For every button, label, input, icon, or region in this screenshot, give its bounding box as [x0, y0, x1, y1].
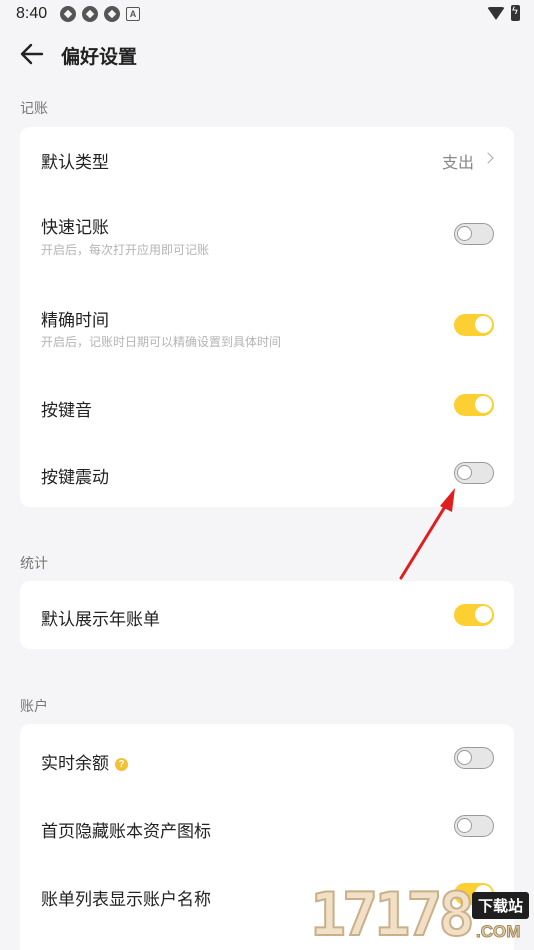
section-label-accounts: 账户	[20, 698, 48, 714]
a-notification-icon: A	[126, 7, 140, 21]
row-title: 按键震动	[41, 468, 109, 487]
toggle-hide-asset-icon[interactable]	[454, 815, 494, 837]
system-icons	[487, 5, 520, 21]
row-real-time-balance: 实时余额?	[20, 724, 514, 792]
row-quick-bookkeeping: 快速记账 开启后，每次打开应用即可记账	[20, 189, 514, 279]
row-default-type[interactable]: 默认类型 支出	[20, 127, 514, 189]
row-title: 首页隐藏账本资产图标	[41, 822, 211, 841]
row-default-annual-bill: 默认展示年账单	[20, 581, 514, 649]
row-title: 精确时间	[41, 311, 109, 330]
row-title: 实时余额?	[41, 749, 128, 774]
watermark-badge: 下载站	[472, 892, 530, 919]
row-title: 账单列表显示账户名称	[41, 890, 211, 909]
watermark-digits: 17178	[309, 879, 476, 950]
toggle-knob	[457, 226, 472, 241]
toggle-knob	[475, 396, 492, 413]
row-subtitle: 开启后，每次打开应用即可记账	[41, 243, 210, 257]
row-title-text: 实时余额	[41, 754, 109, 773]
status-time: 8:40	[16, 5, 48, 22]
question-mark-icon[interactable]: ?	[115, 758, 128, 771]
toggle-knob	[475, 316, 492, 333]
toggle-quick-bookkeeping[interactable]	[454, 223, 494, 245]
row-title: 按键音	[41, 401, 92, 420]
app-notification-icon	[104, 6, 120, 22]
row-precise-time: 精确时间 开启后，记账时日期可以精确设置到具体时间	[20, 279, 514, 371]
row-subtitle: 开启后，记账时日期可以精确设置到具体时间	[41, 335, 282, 349]
row-title: 快速记账	[41, 218, 109, 237]
toggle-key-sound[interactable]	[454, 394, 494, 416]
wifi-icon	[487, 6, 505, 20]
page-title: 偏好设置	[61, 47, 138, 68]
row-key-vibration: 按键震动	[20, 439, 514, 507]
section-label-statistics: 统计	[20, 555, 48, 571]
toggle-knob	[457, 818, 472, 833]
watermark-domain: .COM	[475, 922, 521, 942]
toggle-knob	[457, 465, 472, 480]
app-header: 偏好设置	[0, 28, 534, 80]
app-notification-icon	[82, 6, 98, 22]
row-title: 默认类型	[41, 153, 109, 172]
toggle-knob	[457, 750, 472, 765]
toggle-default-annual-bill[interactable]	[454, 604, 494, 626]
toggle-precise-time[interactable]	[454, 314, 494, 336]
row-value: 支出	[441, 155, 474, 172]
toggle-real-time-balance[interactable]	[454, 747, 494, 769]
toggle-key-vibration[interactable]	[454, 462, 494, 484]
card-bookkeeping: 默认类型 支出 快速记账 开启后，每次打开应用即可记账 精确时间 开启后，记账时…	[20, 127, 514, 507]
section-label-bookkeeping: 记账	[20, 100, 48, 116]
watermark-logo: 17178 下载站 .COM	[308, 879, 534, 950]
battery-icon	[511, 5, 520, 21]
row-hide-asset-icon: 首页隐藏账本资产图标	[20, 792, 514, 860]
row-title: 默认展示年账单	[41, 610, 160, 629]
chevron-right-icon	[482, 152, 494, 164]
row-key-sound: 按键音	[20, 371, 514, 439]
toggle-knob	[475, 606, 492, 623]
app-notification-icon	[60, 6, 76, 22]
notification-icons: A	[60, 6, 140, 22]
status-bar: 8:40 A	[0, 0, 534, 28]
arrow-left-icon[interactable]	[18, 40, 46, 68]
card-statistics: 默认展示年账单	[20, 581, 514, 649]
